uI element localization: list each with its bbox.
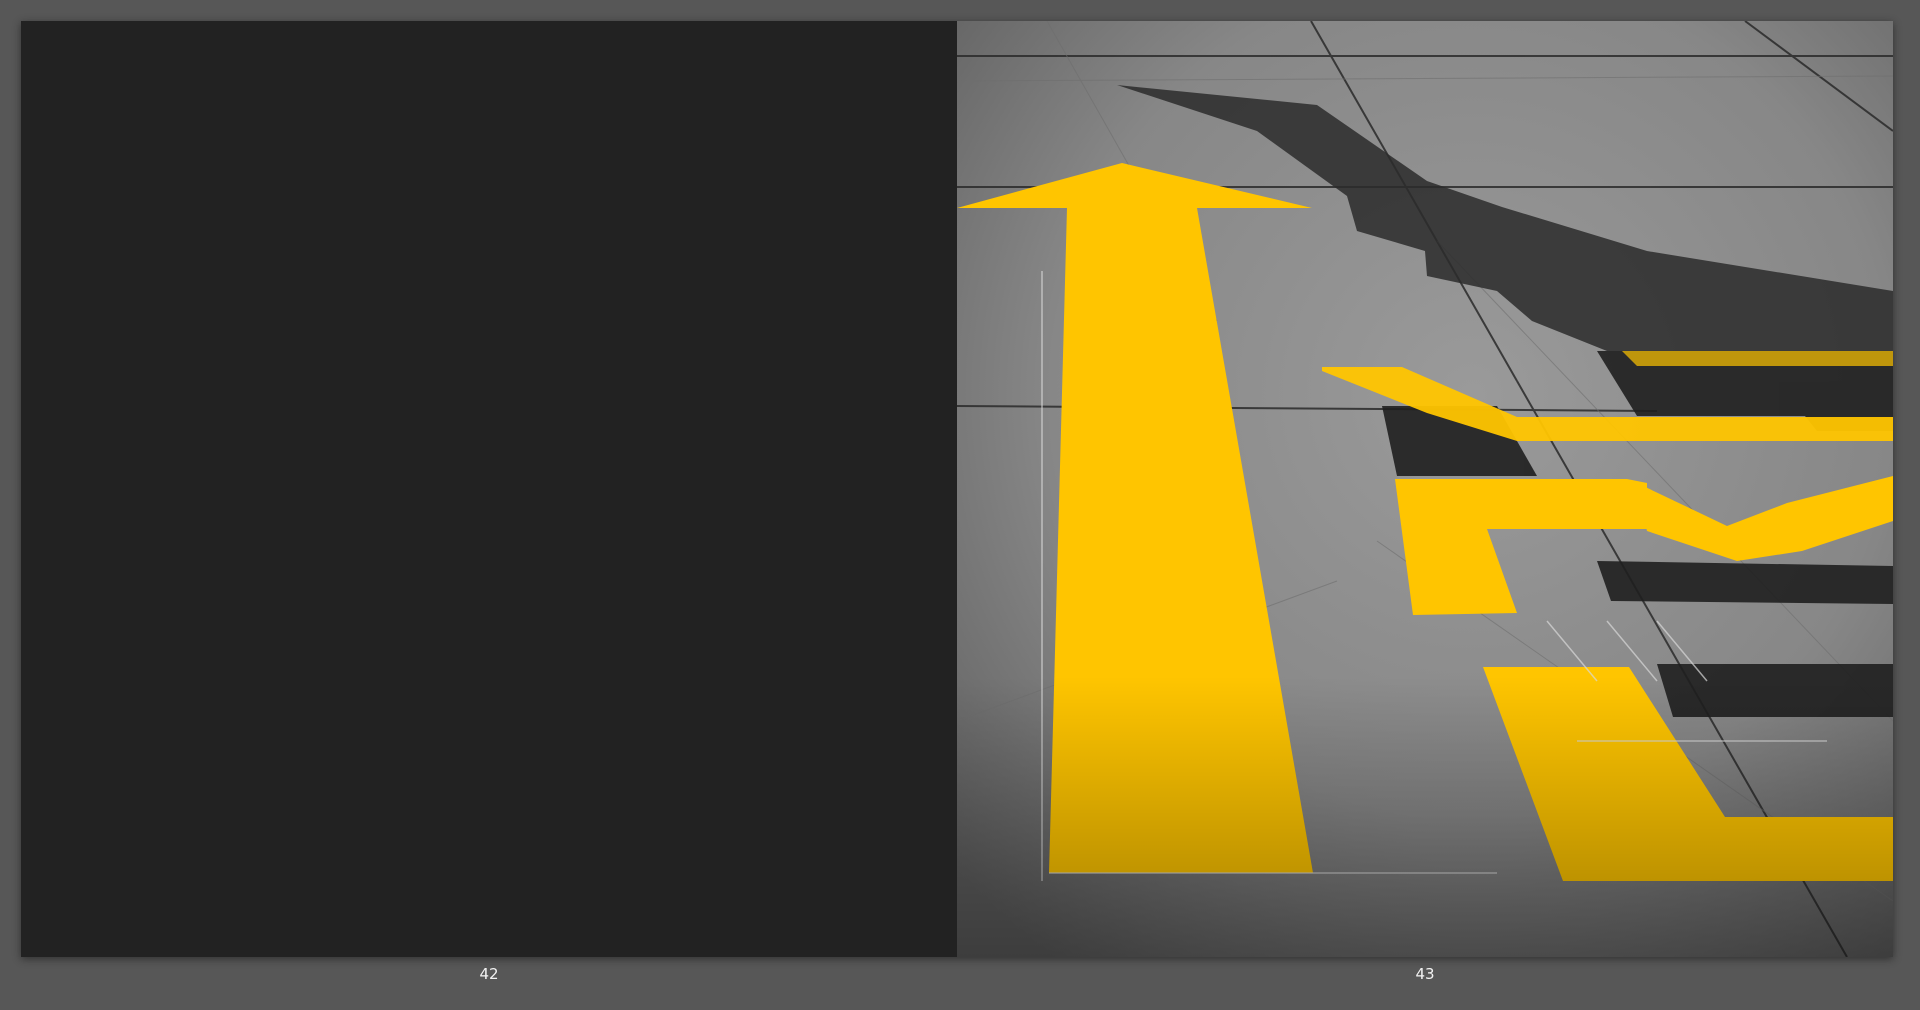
left-page[interactable] — [21, 21, 957, 957]
right-page[interactable] — [957, 21, 1893, 957]
book-spread — [21, 21, 1893, 957]
photobook-spread-viewer: 42 43 — [0, 0, 1920, 1010]
page-number-left: 42 — [479, 965, 499, 983]
photo-vignette — [957, 21, 1893, 957]
page-number-right: 43 — [1415, 965, 1435, 983]
page-photo — [957, 21, 1893, 957]
